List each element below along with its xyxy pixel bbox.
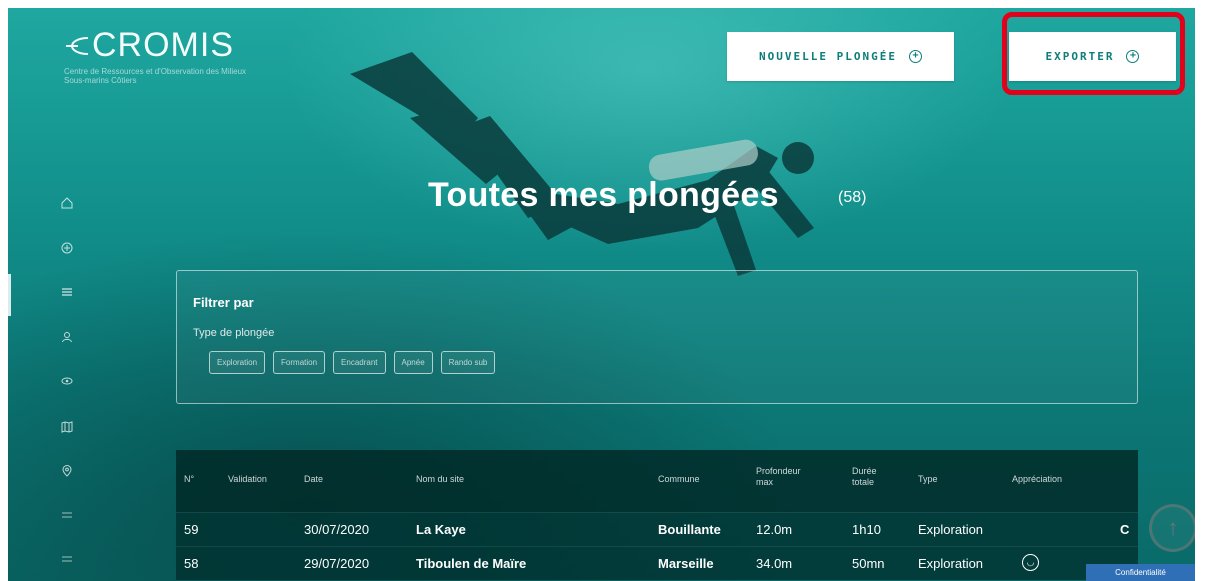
filter-title: Filtrer par — [193, 295, 254, 310]
sidebar-item-add[interactable] — [60, 241, 74, 255]
table-row[interactable]: 59 30/07/2020 La Kaye Bouillante 12.0m 1… — [176, 512, 1138, 546]
column-header-type[interactable]: Type — [918, 474, 938, 485]
cell-depth: 34.0m — [756, 556, 793, 571]
dive-count: (58) — [838, 189, 867, 206]
home-icon — [61, 197, 73, 209]
list-icon — [62, 288, 72, 296]
export-highlight-annotation — [1002, 12, 1185, 95]
sidebar-item-locations[interactable] — [60, 464, 74, 478]
sidebar-item-home[interactable] — [60, 196, 74, 210]
cell-type: Exploration — [918, 556, 984, 571]
column-header-validation[interactable]: Validation — [228, 474, 267, 485]
arrow-up-icon: ↑ — [1167, 515, 1179, 540]
logo-swoosh-icon — [66, 36, 89, 55]
column-header-site[interactable]: Nom du site — [416, 474, 464, 485]
sidebar-item-more-2[interactable] — [60, 552, 74, 566]
map-icon — [61, 421, 73, 433]
column-header-number[interactable]: N° — [184, 474, 194, 485]
sidebar-item-map[interactable] — [60, 420, 74, 434]
cell-duration: 50mn — [852, 556, 885, 571]
privacy-label: Confidentialité — [1115, 568, 1166, 577]
new-dive-label: NOUVELLE PLONGÉE — [759, 50, 897, 63]
filter-chip-apnee[interactable]: Apnée — [393, 351, 433, 374]
location-icon — [62, 465, 72, 477]
cell-commune: Bouillante — [658, 522, 721, 537]
cell-extra: C — [1120, 522, 1130, 537]
cell-date: 30/07/2020 — [304, 522, 370, 537]
cell-depth: 12.0m — [756, 522, 793, 537]
cromis-logo[interactable]: CROMIS Centre de Ressources et d'Observa… — [64, 26, 254, 85]
filter-chip-encadrant[interactable]: Encadrant — [333, 351, 386, 374]
cell-site: Tiboulen de Maïre — [416, 556, 527, 571]
sidebar-item-more-1[interactable] — [60, 508, 74, 522]
cell-date: 29/07/2020 — [304, 556, 370, 571]
sidebar-item-list[interactable] — [60, 285, 74, 299]
dive-type-label: Type de plongée — [193, 327, 275, 339]
cell-site: La Kaye — [416, 522, 466, 537]
user-icon — [62, 332, 72, 343]
column-header-depth[interactable]: Profondeur max — [756, 466, 816, 488]
cell-number: 59 — [184, 522, 199, 537]
dive-type-chips: Exploration Formation Encadrant Apnée Ra… — [209, 351, 496, 374]
plus-circle-icon — [61, 242, 73, 254]
page-title: Toutes mes plongées — [428, 176, 779, 214]
filter-chip-exploration[interactable]: Exploration — [209, 351, 266, 374]
filter-chip-formation[interactable]: Formation — [273, 351, 326, 374]
menu-icon — [62, 512, 72, 518]
privacy-button[interactable]: Confidentialité — [1086, 564, 1195, 581]
logo-text: CROMIS — [92, 26, 234, 64]
table-row[interactable]: 58 29/07/2020 Tiboulen de Maïre Marseill… — [176, 546, 1138, 580]
dives-table: N° Validation Date Nom du site Commune P… — [176, 450, 1138, 580]
logo-mark: CROMIS — [64, 26, 254, 65]
table-header: N° Validation Date Nom du site Commune P… — [176, 450, 1138, 512]
smiley-icon: ◡ — [1022, 554, 1039, 571]
column-header-commune[interactable]: Commune — [658, 474, 700, 485]
cell-number: 58 — [184, 556, 199, 571]
sidebar-item-observations[interactable] — [60, 374, 74, 388]
column-header-date[interactable]: Date — [304, 474, 323, 485]
filter-chip-rando-sub[interactable]: Rando sub — [440, 351, 496, 374]
scroll-to-top-button[interactable]: ↑ — [1149, 504, 1195, 552]
eye-icon — [61, 377, 73, 385]
cell-type: Exploration — [918, 522, 984, 537]
sidebar-active-indicator — [8, 274, 11, 316]
new-dive-button[interactable]: NOUVELLE PLONGÉE + — [727, 32, 954, 81]
cell-duration: 1h10 — [852, 522, 881, 537]
sidebar-item-profile[interactable] — [60, 330, 74, 344]
column-header-rating[interactable]: Appréciation — [1012, 474, 1062, 485]
filter-panel: Filtrer par Type de plongée Exploration … — [176, 270, 1138, 404]
logo-tagline: Centre de Ressources et d'Observation de… — [64, 67, 247, 85]
menu-icon — [62, 556, 72, 562]
page-frame: CROMIS Centre de Ressources et d'Observa… — [8, 8, 1195, 581]
plus-circle-icon: + — [908, 50, 922, 63]
cell-commune: Marseille — [658, 556, 714, 571]
column-header-duration[interactable]: Durée totale — [852, 466, 892, 488]
